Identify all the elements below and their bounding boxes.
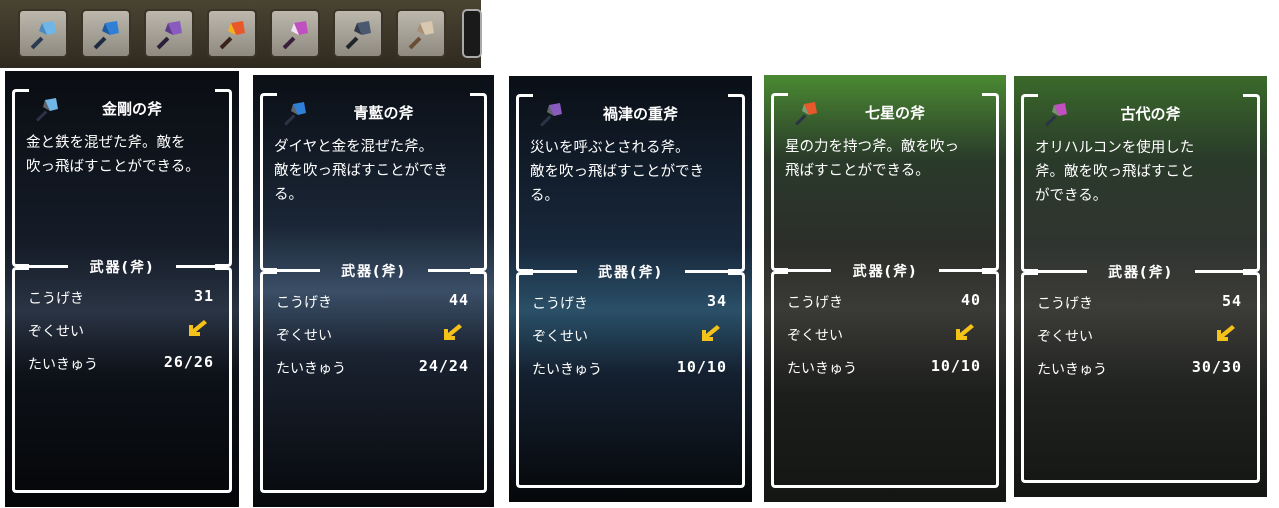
item-info-panel: 古代の斧 オリハルコンを使用した 斧。敵を吹っ飛ばすこと ができる。 武器(斧) こ… bbox=[1014, 76, 1267, 497]
sapphire-axe-icon bbox=[93, 21, 119, 50]
item-name: 金剛の斧 bbox=[101, 100, 162, 118]
description-line: る。 bbox=[274, 187, 303, 203]
attack-value: 31 bbox=[193, 287, 214, 305]
attack-label: こうげき bbox=[1037, 296, 1093, 312]
attack-value: 54 bbox=[1221, 292, 1242, 310]
element-label: ぞくせい bbox=[28, 324, 84, 340]
description-line: ができる。 bbox=[1035, 188, 1108, 204]
description-line: 災いを呼ぶとされる斧。 bbox=[530, 140, 690, 156]
ancient-axe-icon bbox=[282, 21, 308, 50]
description-line: 飛ばすことができる。 bbox=[785, 163, 930, 179]
description-line: 吹っ飛ばすことができる。 bbox=[26, 159, 200, 175]
attack-value: 34 bbox=[706, 292, 727, 310]
item-name: 七星の斧 bbox=[864, 104, 925, 122]
attack-label: こうげき bbox=[276, 295, 332, 311]
item-icon bbox=[793, 100, 819, 126]
hotbar-slot-3[interactable] bbox=[144, 9, 194, 58]
item-info-panel: 金剛の斧 金と鉄を混ぜた斧。敵を 吹っ飛ばすことができる。 武器(斧) こうげき … bbox=[5, 71, 239, 507]
hotbar-slot-7[interactable] bbox=[396, 9, 446, 58]
description-line: 金と鉄を混ぜた斧。敵を bbox=[26, 135, 186, 151]
item-description: 災いを呼ぶとされる斧。 敵を吹っ飛ばすことができ る。 bbox=[530, 136, 739, 208]
hotbar-slot-1[interactable] bbox=[18, 9, 68, 58]
attack-label: こうげき bbox=[532, 296, 588, 312]
description-line: 敵を吹っ飛ばすことができ bbox=[530, 164, 704, 180]
description-line: る。 bbox=[530, 188, 559, 204]
item-info-panel: 七星の斧 星の力を持つ斧。敵を吹っ 飛ばすことができる。 武器(斧) こうげき 4… bbox=[764, 75, 1006, 502]
item-info-panel: 禍津の重斧 災いを呼ぶとされる斧。 敵を吹っ飛ばすことができ る。 武器(斧) こう… bbox=[509, 76, 752, 502]
hotbar-slot-8[interactable] bbox=[462, 9, 482, 58]
description-line: 星の力を持つ斧。敵を吹っ bbox=[785, 139, 959, 155]
item-info-panel: 青藍の斧 ダイヤと金を混ぜた斧。 敵を吹っ飛ばすことができ る。 武器(斧) こうげ… bbox=[253, 75, 494, 507]
element-arrow-icon bbox=[188, 319, 208, 337]
seven-star-axe-icon bbox=[219, 21, 245, 50]
durability-value: 26/26 bbox=[163, 353, 214, 371]
durability-value: 24/24 bbox=[418, 357, 469, 375]
item-icon bbox=[538, 101, 564, 127]
durability-value: 10/10 bbox=[676, 358, 727, 376]
description-line: オリハルコンを使用した bbox=[1035, 140, 1195, 156]
cursed-axe-icon bbox=[156, 21, 182, 50]
diamond-axe-icon bbox=[30, 21, 56, 50]
item-hotbar bbox=[0, 0, 482, 68]
stone-axe-icon bbox=[408, 21, 434, 50]
hotbar-slot-2[interactable] bbox=[81, 9, 131, 58]
element-label: ぞくせい bbox=[532, 329, 588, 345]
item-icon bbox=[282, 100, 308, 126]
durability-label: たいきゅう bbox=[787, 361, 857, 377]
durability-label: たいきゅう bbox=[532, 362, 602, 378]
item-description: 星の力を持つ斧。敵を吹っ 飛ばすことができる。 bbox=[785, 135, 993, 183]
element-arrow-icon bbox=[443, 323, 463, 341]
description-line: 斧。敵を吹っ飛ばすこと bbox=[1035, 164, 1195, 180]
item-icon bbox=[34, 96, 60, 122]
item-description: ダイヤと金を混ぜた斧。 敵を吹っ飛ばすことができ る。 bbox=[274, 135, 481, 207]
element-arrow-icon bbox=[1216, 324, 1236, 342]
element-label: ぞくせい bbox=[1037, 329, 1093, 345]
element-label: ぞくせい bbox=[276, 328, 332, 344]
description-line: 敵を吹っ飛ばすことができ bbox=[274, 163, 448, 179]
item-description: オリハルコンを使用した 斧。敵を吹っ飛ばすこと ができる。 bbox=[1035, 136, 1254, 208]
item-name: 古代の斧 bbox=[1120, 105, 1181, 123]
item-icon bbox=[1043, 101, 1069, 127]
durability-label: たいきゅう bbox=[28, 357, 98, 373]
attack-value: 40 bbox=[960, 291, 981, 309]
element-arrow-icon bbox=[701, 324, 721, 342]
durability-label: たいきゅう bbox=[1037, 362, 1107, 378]
item-name: 禍津の重斧 bbox=[602, 105, 678, 123]
steel-axe-icon bbox=[345, 21, 371, 50]
hotbar-slot-4[interactable] bbox=[207, 9, 257, 58]
hotbar-slot-6[interactable] bbox=[333, 9, 383, 58]
attack-label: こうげき bbox=[787, 295, 843, 311]
description-line: ダイヤと金を混ぜた斧。 bbox=[274, 139, 434, 155]
element-arrow-icon bbox=[955, 323, 975, 341]
attack-label: こうげき bbox=[28, 291, 84, 307]
durability-value: 10/10 bbox=[930, 357, 981, 375]
element-label: ぞくせい bbox=[787, 328, 843, 344]
attack-value: 44 bbox=[448, 291, 469, 309]
item-name: 青藍の斧 bbox=[353, 104, 414, 122]
item-description: 金と鉄を混ぜた斧。敵を 吹っ飛ばすことができる。 bbox=[26, 131, 226, 179]
hotbar-slot-5[interactable] bbox=[270, 9, 320, 58]
durability-label: たいきゅう bbox=[276, 361, 346, 377]
durability-value: 30/30 bbox=[1191, 358, 1242, 376]
